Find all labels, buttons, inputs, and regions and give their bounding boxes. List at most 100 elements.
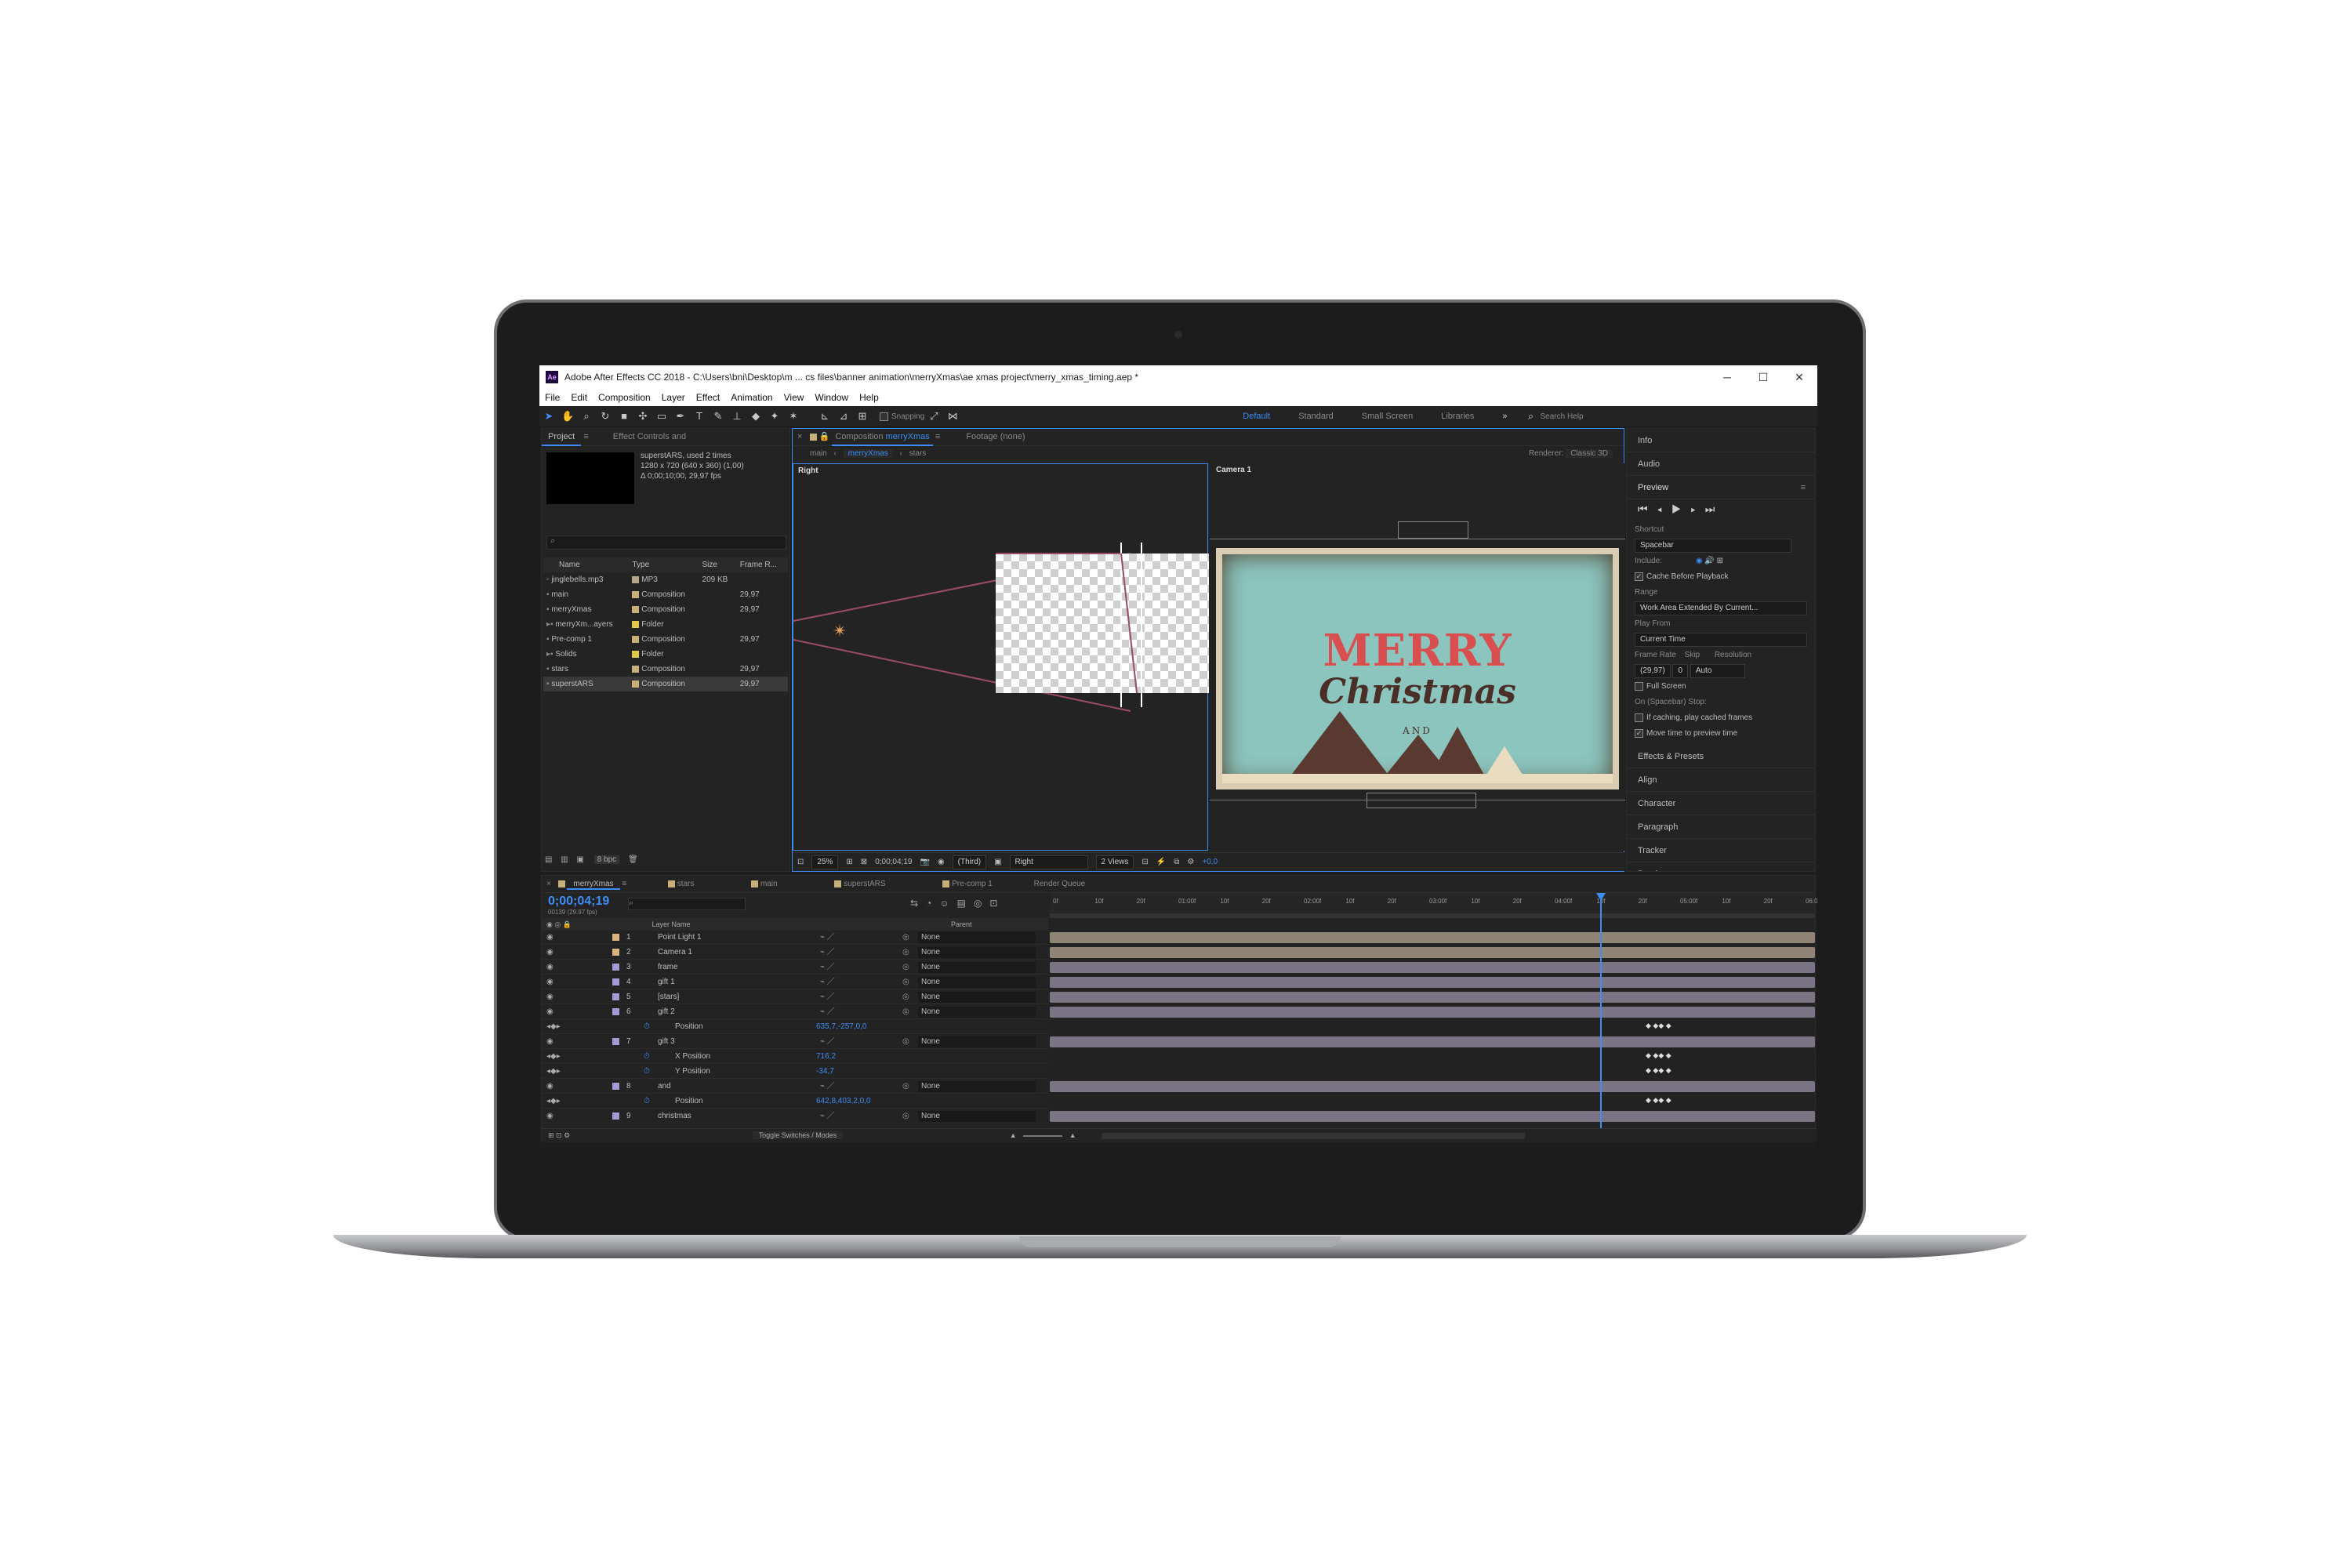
mask-visibility-icon[interactable]: ⊠ (861, 858, 867, 866)
pan-behind-tool-icon[interactable]: ✣ (637, 410, 649, 423)
draft-3d-icon[interactable]: ◔ (926, 898, 939, 909)
parent-select[interactable]: None (918, 1081, 1036, 1092)
include-overlays-icon[interactable]: ⊞ (1717, 557, 1723, 565)
column-frame-rate[interactable]: Frame R... (737, 557, 788, 572)
close-button[interactable]: ✕ (1781, 371, 1817, 384)
menu-window[interactable]: Window (809, 392, 854, 403)
property-track[interactable]: ◆ ◆◆ ◆ (1050, 1065, 1815, 1079)
column-layer-name[interactable]: Layer Name (652, 920, 690, 928)
panel-brushes[interactable]: Brushes (1627, 862, 1815, 871)
exposure-value[interactable]: +0,0 (1202, 858, 1218, 866)
property-row[interactable]: ◂◆▸ ⏱ Position 642,8,403,2,0,0 (542, 1094, 1048, 1109)
layer-name[interactable]: gift 3 (658, 1035, 675, 1049)
zoom-select[interactable]: 25% (811, 855, 839, 869)
layer-row[interactable]: ◉ 4 gift 1 ⌁ ／ ◎ None (542, 975, 1048, 989)
eraser-tool-icon[interactable]: ◆ (750, 410, 762, 423)
panel-close-icon[interactable]: × (793, 429, 807, 445)
layer-row[interactable]: ◉ 5 [stars] ⌁ ／ ◎ None (542, 990, 1048, 1004)
layer-name[interactable]: Camera 1 (658, 946, 692, 960)
property-track[interactable]: ◆ ◆◆ ◆ (1050, 1094, 1815, 1109)
resolution-select[interactable]: (Third) (952, 855, 987, 869)
keyframe-icon[interactable]: ◆ ◆◆ ◆ (1646, 1022, 1671, 1030)
comp-menu-icon[interactable]: ≡ (935, 432, 940, 441)
workspace-standard[interactable]: Standard (1298, 412, 1334, 421)
panel-preview[interactable]: Preview ≡ (1627, 476, 1815, 499)
region-of-interest-icon[interactable]: ▣ (994, 858, 1001, 866)
visibility-eye-icon[interactable]: ◉ (546, 1109, 554, 1123)
composition-mini-flowchart-icon[interactable]: ⇆ (910, 898, 926, 909)
last-frame-icon[interactable]: ⏭ (1705, 503, 1725, 515)
property-row[interactable]: ◂◆▸ ⏱ Y Position -34,7 (542, 1065, 1048, 1079)
layer-name[interactable]: [stars] (658, 990, 679, 1004)
layer-row[interactable]: ◉ 8 and ⌁ ／ ◎ None (542, 1080, 1048, 1094)
timeline-icon[interactable]: ⧉ (1174, 858, 1179, 866)
tab-composition[interactable]: Composition merryXmas (832, 429, 933, 446)
workspace-small-screen[interactable]: Small Screen (1362, 412, 1413, 421)
panel-paragraph[interactable]: Paragraph (1627, 815, 1815, 839)
work-area-bar[interactable] (1050, 913, 1815, 918)
parent-select[interactable]: None (918, 932, 1036, 943)
if-caching-checkbox[interactable] (1635, 713, 1643, 722)
snapshot-icon[interactable]: 📷 (920, 858, 929, 866)
current-time-display[interactable]: 0;00;04;19 (875, 858, 912, 866)
switches-icon[interactable]: ⌁ ／ (820, 931, 835, 945)
label-color-swatch[interactable] (612, 1083, 619, 1090)
tab-merryxmas[interactable]: merryXmas (567, 880, 620, 890)
parent-pickwhip-icon[interactable]: ◎ (902, 1035, 909, 1049)
maximize-button[interactable]: ☐ (1745, 371, 1781, 384)
tab-render-queue[interactable]: Render Queue (1034, 880, 1086, 888)
snap-option-icon[interactable]: ⤢ (927, 410, 940, 423)
label-color-swatch[interactable] (612, 1112, 619, 1120)
motion-blur-icon[interactable]: ◎ (974, 898, 989, 909)
timeline-scrollbar[interactable] (1102, 1132, 1526, 1139)
search-help-input[interactable]: Search Help (1541, 412, 1584, 421)
keyframe-icon[interactable]: ◆ ◆◆ ◆ (1646, 1051, 1671, 1060)
trash-icon[interactable]: 🗑 (628, 855, 638, 864)
3d-view-select[interactable]: Right (1009, 855, 1088, 869)
layer-duration-bar[interactable] (1050, 992, 1815, 1003)
toggle-switches-button[interactable]: Toggle Switches / Modes (752, 1131, 844, 1139)
property-track[interactable]: ◆ ◆◆ ◆ (1050, 1050, 1815, 1064)
visibility-eye-icon[interactable]: ◉ (546, 990, 554, 1004)
switches-icon[interactable]: ⌁ ／ (820, 975, 835, 989)
stopwatch-icon[interactable]: ⏱ (644, 1050, 650, 1064)
workspace-libraries[interactable]: Libraries (1441, 412, 1474, 421)
first-frame-icon[interactable]: ⏮ (1638, 503, 1657, 515)
zoom-slider[interactable] (1023, 1134, 1063, 1137)
snap-option-2-icon[interactable]: ⋈ (946, 410, 959, 423)
include-audio-icon[interactable]: 🔊 (1704, 557, 1714, 565)
hand-tool-icon[interactable]: ✋ (561, 410, 574, 423)
parent-pickwhip-icon[interactable]: ◎ (902, 1080, 909, 1094)
label-color-swatch[interactable] (612, 949, 619, 956)
magnification-icon[interactable]: ⊡ (797, 858, 804, 866)
label-color-swatch[interactable] (612, 964, 619, 971)
layer-name[interactable]: christmas (658, 1109, 691, 1123)
property-value[interactable]: 642,8,403,2,0,0 (816, 1094, 871, 1109)
menu-composition[interactable]: Composition (593, 392, 656, 403)
brush-tool-icon[interactable]: ✎ (712, 410, 724, 423)
visibility-eye-icon[interactable]: ◉ (546, 946, 554, 960)
tab-superstars[interactable]: superstARS (844, 880, 885, 888)
panel-tracker[interactable]: Tracker (1627, 839, 1815, 862)
parent-pickwhip-icon[interactable]: ◎ (902, 990, 909, 1004)
menu-effect[interactable]: Effect (691, 392, 725, 403)
menu-view[interactable]: View (779, 392, 810, 403)
pen-tool-icon[interactable]: ✒ (674, 410, 687, 423)
menu-file[interactable]: File (539, 392, 565, 403)
layer-name[interactable]: and (658, 1080, 671, 1094)
table-row[interactable]: ▪ stars Composition 29,97 (543, 662, 788, 677)
table-row[interactable]: ▸▪ Solids Folder (543, 647, 788, 662)
stopwatch-icon[interactable]: ⏱ (644, 1020, 650, 1034)
table-row[interactable]: ▸▪ merryXm...ayers Folder (543, 617, 788, 632)
workspace-default[interactable]: Default (1243, 412, 1270, 421)
panel-align[interactable]: Align (1627, 768, 1815, 792)
visibility-eye-icon[interactable]: ◉ (546, 1080, 554, 1094)
keyframe-nav-icon[interactable]: ◂◆▸ (546, 1050, 561, 1064)
zoom-out-icon[interactable]: ▲ (1010, 1131, 1017, 1139)
table-row[interactable]: ▪ Pre-comp 1 Composition 29,97 (543, 632, 788, 647)
resolution-select-preview[interactable]: Auto (1690, 664, 1745, 678)
layer-row[interactable]: ◉ 1 Point Light 1 ⌁ ／ ◎ None (542, 931, 1048, 945)
interpret-footage-icon[interactable]: ▤ (545, 855, 552, 864)
fast-preview-icon[interactable]: ⚡ (1156, 858, 1166, 866)
timeline-close-icon[interactable]: × (542, 880, 556, 888)
